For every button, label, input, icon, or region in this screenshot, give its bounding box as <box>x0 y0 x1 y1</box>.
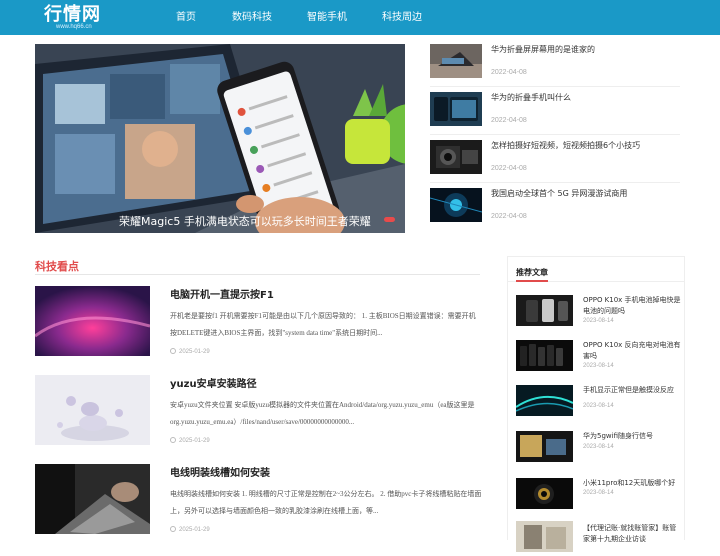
article-thumb[interactable] <box>35 375 150 445</box>
side-news-item[interactable]: 华为折叠屏屏幕用的是谁家的 2022-04-08 <box>430 44 685 80</box>
nav-tech-gadgets[interactable]: 科技周边 <box>382 0 422 35</box>
featured-slider[interactable] <box>35 44 405 233</box>
side-news-item[interactable]: 我国启动全球首个 5G 异网漫游试商用 2022-04-08 <box>430 188 685 224</box>
site-logo[interactable]: 行情网 www.hq66.cn <box>44 5 104 31</box>
article-date-text: 2025-01-29 <box>179 527 210 533</box>
side-news-date: 2022-04-08 <box>491 213 527 220</box>
article-thumb[interactable] <box>35 464 150 534</box>
article-summary: 安卓yuzu文件夹位置 安卓版yuzu模拟器的文件夹位置在Android/dat… <box>170 401 475 426</box>
recommended-thumb <box>516 431 573 462</box>
recommended-item-title[interactable]: 【代理记账·就找账管家】账管家第十九期企业访谈 <box>583 523 681 545</box>
article-summary: 开机老是要按f1 开机需要按F1可能是由以下几个原因导致的： 1. 主板BIOS… <box>170 312 476 337</box>
article-date: 2025-01-29 <box>170 437 210 444</box>
article-date: 2025-01-29 <box>170 526 210 533</box>
divider <box>430 182 680 183</box>
slider-caption[interactable]: 荣耀Magic5 手机满电状态可以玩多长时间王者荣耀 <box>119 213 371 229</box>
article-item[interactable]: yuzu安卓安装路径 安卓yuzu文件夹位置 安卓版yuzu模拟器的文件夹位置在… <box>35 375 480 455</box>
side-news-date: 2022-04-08 <box>491 117 527 124</box>
clock-icon <box>170 526 176 532</box>
side-news-thumb <box>430 44 482 78</box>
recommended-item-date: 2023-08-14 <box>583 444 614 450</box>
logo-text: 行情网 <box>44 4 101 25</box>
recommended-item-date: 2023-08-14 <box>583 363 614 369</box>
side-news-title[interactable]: 我国启动全球首个 5G 异网漫游试商用 <box>491 188 627 199</box>
article-date: 2025-01-29 <box>170 348 210 355</box>
clock-icon <box>170 437 176 443</box>
recommended-item-title[interactable]: OPPO K10x 反向充电对电池有害吗 <box>583 340 681 362</box>
recommended-item[interactable]: 华为5gwifi随身行信号 2023-08-14 <box>516 431 681 466</box>
recommended-item-date: 2023-08-14 <box>583 490 614 496</box>
top-header: 行情网 www.hq66.cn 首页 数码科技 智能手机 科技周边 <box>0 0 720 35</box>
article-item[interactable]: 电线明装线槽如何安装 电线明装线槽如何安装 1. 明线槽的尺寸正常是控制在2~3… <box>35 464 482 544</box>
slider-image <box>35 44 405 233</box>
section-title: 科技看点 <box>35 260 79 273</box>
article-thumb[interactable] <box>35 286 150 356</box>
side-news-title[interactable]: 怎样拍摄好短视频，短视频拍摄6个小技巧 <box>491 140 640 151</box>
slider-indicator[interactable] <box>384 217 395 222</box>
article-summary: 电线明装线槽如何安装 1. 明线槽的尺寸正常是控制在2~3公分左右。 2. 借助… <box>170 490 482 515</box>
recommended-item[interactable]: OPPO K10x 反向充电对电池有害吗 2023-08-14 <box>516 340 681 375</box>
side-news-thumb <box>430 92 482 126</box>
recommended-item-title[interactable]: 华为5gwifi随身行信号 <box>583 431 681 442</box>
side-news-date: 2022-04-08 <box>491 69 527 76</box>
side-news-title[interactable]: 华为的折叠手机叫什么 <box>491 92 571 103</box>
article-date-text: 2025-01-29 <box>179 349 210 355</box>
recommended-item-date: 2023-08-14 <box>583 318 614 324</box>
divider <box>430 86 680 87</box>
recommended-item[interactable]: 小米11pro和12天玑版哪个好 2023-08-14 <box>516 478 681 513</box>
side-news-date: 2022-04-08 <box>491 165 527 172</box>
recommended-item[interactable]: OPPO K10x 手机电池掉电快是电池的问题吗 2023-08-14 <box>516 295 681 330</box>
recommended-thumb <box>516 521 573 552</box>
side-news-title[interactable]: 华为折叠屏屏幕用的是谁家的 <box>491 44 595 55</box>
divider <box>430 134 680 135</box>
article-title[interactable]: 电脑开机一直提示按F1 <box>170 286 274 301</box>
article-title[interactable]: 电线明装线槽如何安装 <box>170 464 270 479</box>
recommended-thumb <box>516 340 573 371</box>
recommended-item-title[interactable]: 小米11pro和12天玑版哪个好 <box>583 478 681 489</box>
recommended-item-date: 2023-08-14 <box>583 403 614 409</box>
side-news-item[interactable]: 华为的折叠手机叫什么 2022-04-08 <box>430 92 685 128</box>
logo-url: www.hq66.cn <box>56 24 92 30</box>
recommended-title: 推荐文章 <box>516 268 548 277</box>
side-news-item[interactable]: 怎样拍摄好短视频，短视频拍摄6个小技巧 2022-04-08 <box>430 140 685 176</box>
article-item[interactable]: 电脑开机一直提示按F1 开机老是要按f1 开机需要按F1可能是由以下几个原因导致… <box>35 286 480 366</box>
nav-smartphones[interactable]: 智能手机 <box>307 0 347 35</box>
clock-icon <box>170 348 176 354</box>
recommended-item-title[interactable]: 手机显示正常但是触摸没反应 <box>583 385 681 396</box>
recommended-thumb <box>516 385 573 416</box>
article-title[interactable]: yuzu安卓安装路径 <box>170 375 257 390</box>
article-date-text: 2025-01-29 <box>179 438 210 444</box>
section-divider <box>35 274 480 275</box>
recommended-item[interactable]: 手机显示正常但是触摸没反应 2023-08-14 <box>516 385 681 420</box>
recommended-thumb <box>516 295 573 326</box>
recommended-thumb <box>516 478 573 509</box>
recommended-title-underline <box>516 280 548 282</box>
recommended-item[interactable]: 【代理记账·就找账管家】账管家第十九期企业访谈 <box>516 521 681 556</box>
side-news-thumb <box>430 140 482 174</box>
nav-digital-tech[interactable]: 数码科技 <box>232 0 272 35</box>
nav-home[interactable]: 首页 <box>176 0 196 35</box>
side-news-thumb <box>430 188 482 222</box>
recommended-item-title[interactable]: OPPO K10x 手机电池掉电快是电池的问题吗 <box>583 295 681 317</box>
